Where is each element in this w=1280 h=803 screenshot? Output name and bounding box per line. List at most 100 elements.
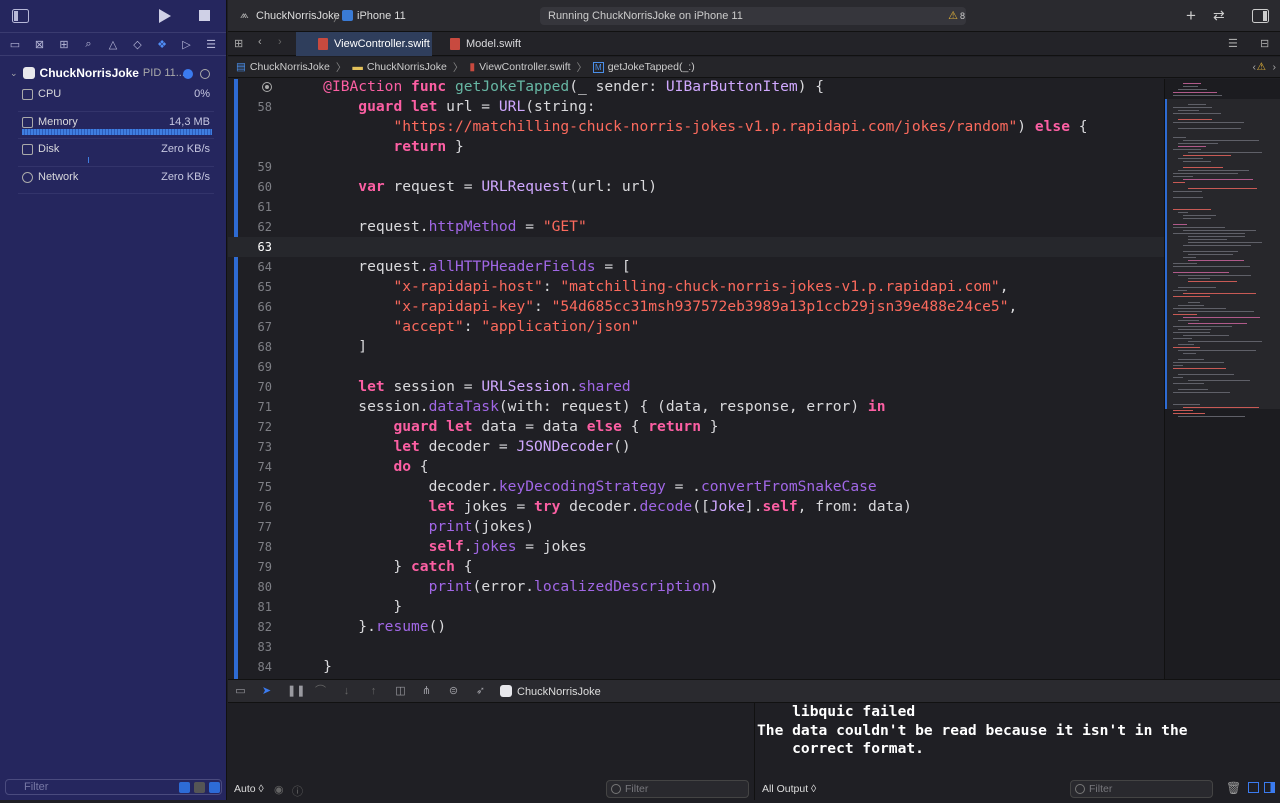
filter-option-icon[interactable] — [209, 782, 220, 793]
breakpoint-icon[interactable]: ▷ — [180, 37, 194, 51]
sidebar-filter[interactable]: Filter — [5, 779, 222, 795]
filter-option-icon[interactable] — [179, 782, 190, 793]
add-icon[interactable]: + — [1186, 6, 1196, 26]
minimap-line — [1188, 341, 1262, 342]
minimap-line — [1173, 383, 1204, 384]
console-view[interactable]: libquic failed The data couldn't be read… — [756, 703, 1280, 800]
step-into-icon[interactable]: ↓ — [340, 685, 353, 698]
view-hierarchy-icon[interactable]: ◫ — [394, 685, 407, 698]
code-line: 84 } — [257, 658, 332, 675]
gauge-network[interactable]: Network Zero KB/s — [18, 167, 214, 194]
location-icon[interactable]: ➶ — [474, 685, 487, 698]
device-selector[interactable]: iPhone 11 — [357, 10, 406, 22]
jump-label: ChuckNorrisJoke — [249, 61, 330, 73]
minimap-line — [1178, 158, 1203, 159]
minimap-line — [1173, 368, 1226, 369]
step-over-icon[interactable]: ⌒ — [314, 685, 327, 698]
next-issue-icon[interactable]: › — [1273, 61, 1277, 73]
code-line: 67 "accept": "application/json" — [257, 318, 640, 335]
folder-icon[interactable]: ▭ — [8, 37, 22, 51]
minimap-line — [1173, 332, 1210, 333]
minimap-line — [1188, 260, 1244, 261]
minimap-line — [1178, 389, 1208, 390]
code-editor[interactable]: @IBAction func getJokeTapped(_ sender: U… — [228, 79, 1164, 679]
warning-icon[interactable]: ⚠ — [1257, 61, 1266, 73]
pause-icon[interactable]: ❚❚ — [287, 685, 305, 698]
minimap-line — [1178, 89, 1207, 90]
gauge-cpu[interactable]: CPU 0% — [18, 84, 214, 112]
minimap-line — [1183, 167, 1223, 168]
jump-group[interactable]: ▬ ChuckNorrisJoke — [352, 61, 446, 73]
disk-icon — [22, 144, 33, 155]
minimap-line — [1173, 182, 1185, 183]
info-icon[interactable]: ⓘ — [292, 783, 303, 799]
issue-icon[interactable]: △ — [106, 37, 120, 51]
report-icon[interactable]: ☰ — [204, 37, 218, 51]
variables-filter[interactable]: Filter — [606, 780, 749, 798]
source-control-icon[interactable]: ⊠ — [33, 37, 47, 51]
jump-file[interactable]: ▮ ViewController.swift — [469, 61, 570, 73]
debug-process[interactable]: ChuckNorrisJoke — [517, 686, 601, 698]
sidebar-toggle-icon[interactable] — [12, 9, 29, 23]
jump-label: ViewController.swift — [479, 61, 571, 73]
sidebar-toolbar — [0, 0, 226, 32]
run-icon[interactable] — [159, 9, 171, 23]
forward-icon[interactable]: › — [278, 36, 282, 48]
minimap-line — [1183, 83, 1201, 84]
debug-navigator: ▭ ⊠ ⊞ ⌕ △ ◇ ❖ ▷ ☰ ⌄ ChuckNorrisJoke PID … — [0, 0, 227, 800]
minimap-line — [1173, 326, 1232, 327]
left-pane-toggle-icon[interactable] — [1248, 782, 1259, 793]
prev-issue-icon[interactable]: ‹ — [1253, 61, 1257, 73]
tab-viewcontroller[interactable]: ViewController.swift — [296, 32, 432, 56]
symbol-icon[interactable]: ⊞ — [57, 37, 71, 51]
minimap-line — [1183, 155, 1231, 156]
memory-bar — [22, 129, 212, 135]
tab-model[interactable]: Model.swift — [428, 32, 558, 56]
inspector-toggle-icon[interactable] — [1252, 9, 1269, 23]
scheme-selector[interactable]: ChuckNorrisJoke — [256, 10, 340, 22]
search-icon[interactable]: ⌕ — [82, 37, 96, 51]
gauge-value: Zero KB/s — [161, 143, 210, 155]
split-editor-icon[interactable]: ⊟ — [1260, 37, 1269, 50]
hide-debug-area-icon[interactable]: ▭ — [234, 685, 247, 698]
disk-spike — [88, 156, 89, 163]
gauge-disk[interactable]: Disk Zero KB/s — [18, 139, 214, 167]
breakpoint-icon[interactable] — [262, 82, 272, 92]
minimap[interactable] — [1164, 79, 1280, 679]
breakpoints-toggle-icon[interactable]: ➤ — [260, 685, 273, 698]
eye-icon[interactable]: ◉ — [274, 783, 284, 796]
code-line: 79 } catch { — [257, 558, 473, 575]
minimap-line — [1188, 236, 1245, 237]
step-out-icon[interactable]: ↑ — [367, 685, 380, 698]
swap-icon[interactable]: ⇄ — [1213, 7, 1225, 24]
process-row[interactable]: ⌄ ChuckNorrisJoke PID 11... — [0, 62, 226, 84]
chevron-right-icon: 〉 — [335, 61, 347, 74]
back-icon[interactable]: ‹ — [258, 36, 262, 48]
chevron-right-icon: 〉 — [452, 61, 464, 74]
disclosure-icon[interactable]: ⌄ — [10, 68, 18, 79]
scheme-icon: ⩕ — [240, 9, 249, 21]
minimap-line — [1173, 137, 1186, 138]
console-filter[interactable]: Filter — [1070, 780, 1213, 798]
trash-icon[interactable]: 🗑 — [1226, 781, 1241, 795]
jump-method[interactable]: MgetJokeTapped(_:) — [593, 61, 695, 73]
warning-icon[interactable]: ⚠ — [948, 9, 958, 22]
code-line: 77 print(jokes) — [257, 518, 535, 535]
filter-option-icon[interactable] — [194, 782, 205, 793]
auto-selector[interactable]: Auto ◊ — [234, 783, 264, 803]
right-pane-toggle-icon[interactable] — [1264, 782, 1275, 793]
editor-options-icon[interactable]: ☰ — [1228, 37, 1238, 50]
environment-icon[interactable]: ⊜ — [447, 685, 460, 698]
memory-graph-icon[interactable]: ⋔ — [420, 685, 433, 698]
test-icon[interactable]: ◇ — [131, 37, 145, 51]
jump-project[interactable]: ▤ ChuckNorrisJoke — [236, 61, 330, 73]
gauge-label: Disk — [38, 143, 60, 155]
debug-icon[interactable]: ❖ — [155, 37, 169, 51]
minimap-line — [1183, 86, 1198, 87]
grid-icon[interactable]: ⊞ — [234, 37, 243, 50]
gauge-memory[interactable]: Memory 14,3 MB — [18, 112, 214, 139]
output-selector[interactable]: All Output ◊ — [762, 783, 816, 795]
code-line: 60 var request = URLRequest(url: url) — [257, 178, 658, 195]
stop-icon[interactable] — [199, 10, 210, 21]
info-icon[interactable] — [183, 68, 193, 79]
